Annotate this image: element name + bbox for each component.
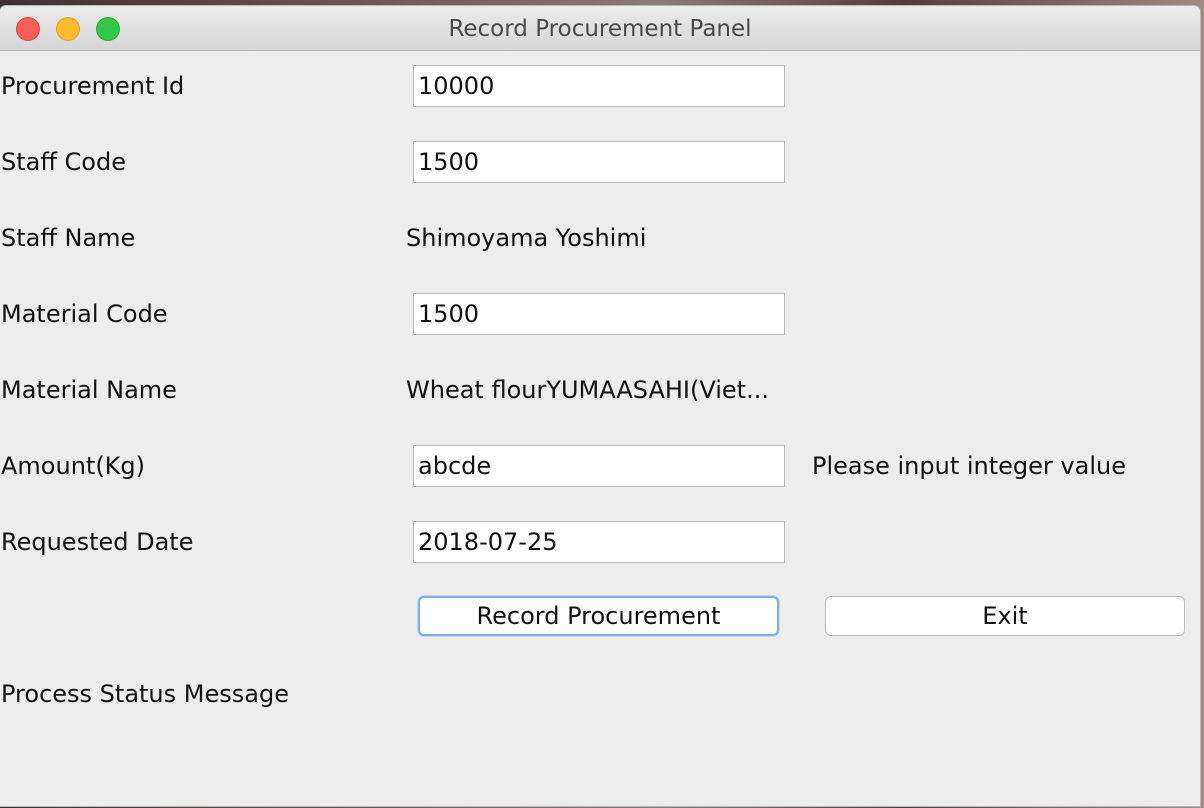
staff-code-label: Staff Code — [1, 148, 126, 176]
window-title: Record Procurement Panel — [448, 16, 752, 42]
process-status-message: Process Status Message — [1, 680, 289, 708]
amount-validation-message: Please input integer value — [812, 452, 1126, 480]
amount-field[interactable] — [413, 445, 785, 487]
staff-name-value: Shimoyama Yoshimi — [406, 224, 647, 252]
staff-name-label: Staff Name — [1, 224, 136, 252]
record-procurement-button[interactable]: Record Procurement — [418, 596, 779, 636]
record-procurement-window: Record Procurement Panel Procurement Id … — [0, 6, 1200, 806]
exit-button[interactable]: Exit — [825, 596, 1185, 636]
procurement-id-field[interactable] — [413, 65, 785, 107]
staff-code-field[interactable] — [413, 141, 785, 183]
procurement-id-label: Procurement Id — [1, 72, 185, 100]
amount-label: Amount(Kg) — [1, 452, 146, 480]
material-code-label: Material Code — [1, 300, 168, 328]
requested-date-label: Requested Date — [1, 528, 194, 556]
material-code-field[interactable] — [413, 293, 785, 335]
title-bar[interactable]: Record Procurement Panel — [0, 6, 1200, 51]
requested-date-field[interactable] — [413, 521, 785, 563]
material-name-value: Wheat flourYUMAASAHI(Viet... — [406, 376, 769, 404]
material-name-label: Material Name — [1, 376, 177, 404]
